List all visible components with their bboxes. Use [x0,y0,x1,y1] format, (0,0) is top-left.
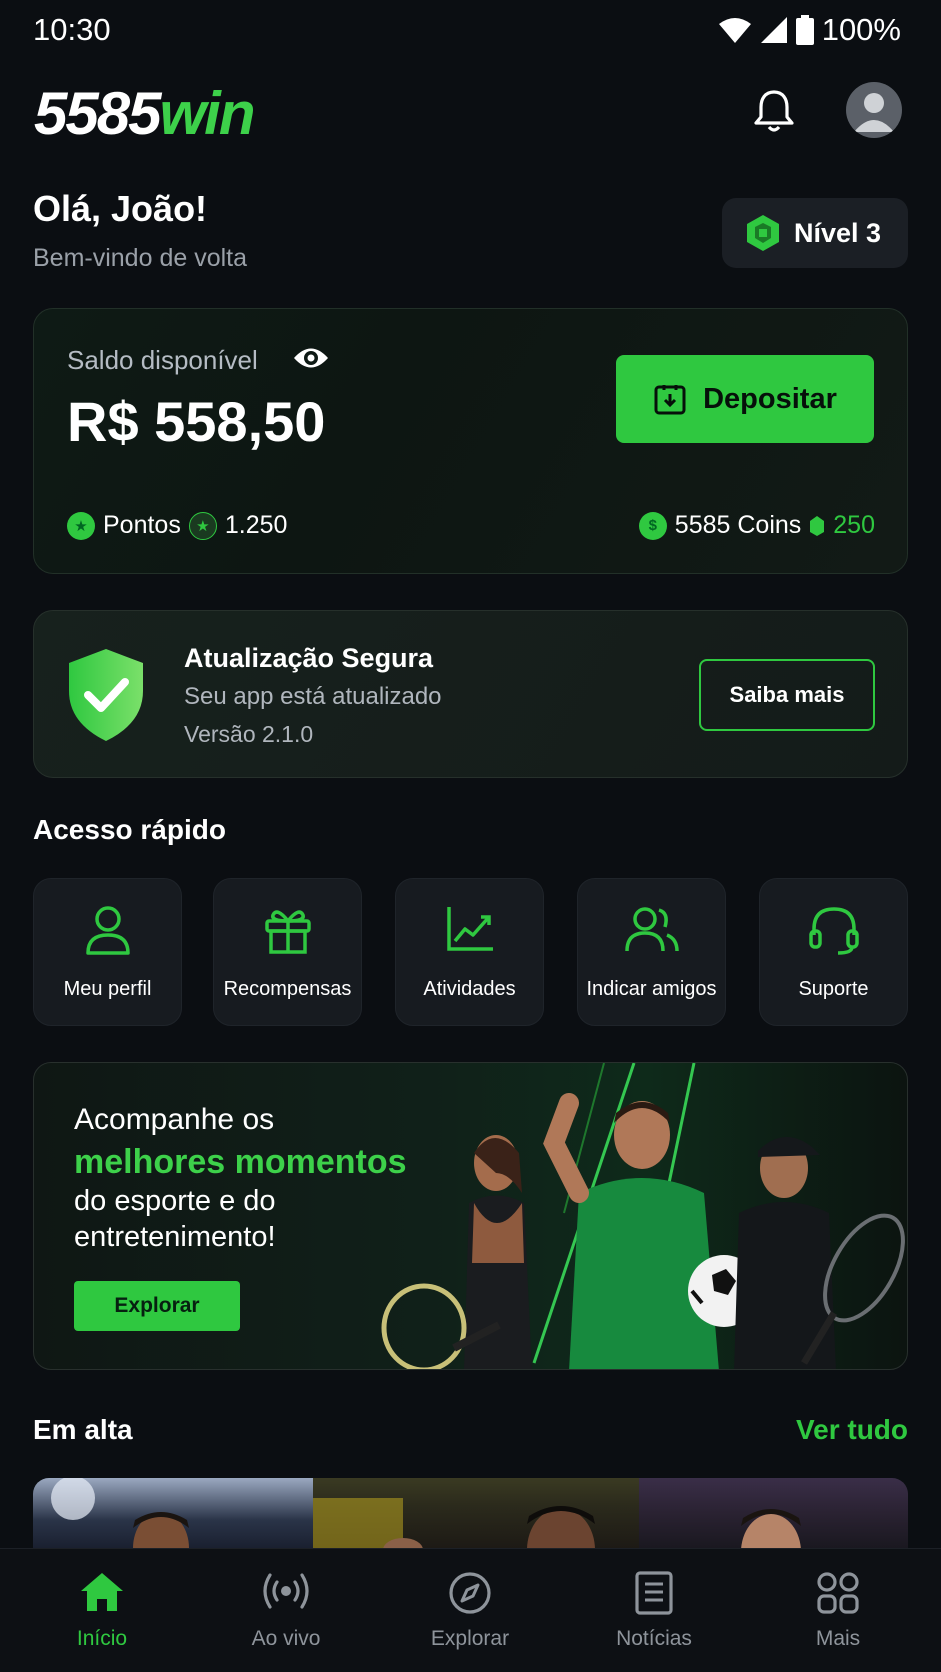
quick-access-support[interactable]: Suporte [759,878,908,1026]
update-version: Versão 2.1.0 [184,721,314,747]
trending-thumbnail [313,1498,595,1548]
wifi-icon [718,18,751,43]
points-value: 1.250 [224,511,288,539]
balance-label: Saldo disponível [67,345,258,375]
quick-access-label: Atividades [423,978,516,1000]
news-icon [635,1571,673,1615]
quick-access-profile[interactable]: Meu perfil [33,878,182,1026]
quick-access-label: Meu perfil [63,978,152,1000]
trending-card[interactable] [33,1478,313,1548]
points-row: ★ Pontos ★ 1.250 [67,511,287,540]
banner-line-1: Acompanhe os [74,1103,275,1136]
deposit-label: Depositar [703,382,837,415]
live-icon [263,1573,309,1609]
logo-suffix: win [159,80,255,147]
promo-banner[interactable]: Acompanhe os melhores momentos do esport… [33,1062,908,1370]
quick-access-label: Indicar amigos [586,978,717,1000]
gift-icon [264,910,311,954]
banner-line-3: do esporte e do [74,1185,276,1217]
battery-icon [795,15,814,45]
quick-access-invite[interactable]: Indicar amigos [577,878,726,1026]
user-avatar-icon[interactable] [846,82,902,138]
learn-more-button[interactable]: Saiba mais [699,659,875,731]
level-hex-icon [747,215,779,251]
update-title: Atualização Segura [184,643,434,673]
nav-live[interactable]: Ao vivo [192,1549,380,1672]
bell-icon[interactable] [752,88,796,134]
coins-label: 5585 Coins [674,511,802,539]
nav-explore[interactable]: Explorar [376,1549,564,1672]
grid-icon [817,1572,859,1614]
bottom-navigation: Início Ao vivo Explorar Notícias Mais [0,1548,941,1672]
quick-access-title: Acesso rápido [33,814,226,845]
athletes-illustration [381,1063,905,1369]
quick-access-label: Recompensas [223,978,352,1000]
coins-row: $ 5585 Coins 250 [638,511,875,540]
headset-icon [808,907,859,955]
see-all-link[interactable]: Ver tudo [796,1414,908,1446]
star-icon: ★ [67,511,95,540]
trending-card[interactable] [639,1478,908,1548]
quick-access-activities[interactable]: Atividades [395,878,544,1026]
nav-label: Notícias [616,1627,692,1650]
trending-card[interactable] [313,1478,639,1548]
nav-home[interactable]: Início [8,1549,196,1672]
app-logo[interactable]: 5585win [34,78,255,150]
user-icon [85,906,130,955]
trending-title: Em alta [33,1414,133,1445]
points-label: Pontos [103,511,181,539]
users-icon [624,907,679,952]
chart-icon [446,907,493,951]
nav-label: Início [76,1627,128,1650]
battery-percent: 100% [821,12,901,47]
eye-icon[interactable] [292,343,330,373]
explore-button[interactable]: Explorar [74,1281,240,1331]
logo-prefix: 5585 [34,80,161,147]
shield-check-icon [66,647,146,743]
balance-value: R$ 558,50 [67,390,326,453]
level-badge[interactable]: Nível 3 [722,198,908,268]
update-subtitle: Seu app está atualizado [184,683,442,710]
quick-access-rewards[interactable]: Recompensas [213,878,362,1026]
nav-news[interactable]: Notícias [560,1549,748,1672]
deposit-icon [654,385,686,415]
signal-icon [760,17,787,43]
nav-more[interactable]: Mais [744,1549,932,1672]
nav-label: Ao vivo [251,1627,321,1650]
nav-label: Explorar [430,1627,510,1650]
coin-icon: $ [638,511,667,540]
nav-label: Mais [815,1627,861,1650]
status-icons: 100% [718,12,901,48]
status-time: 10:30 [33,12,111,47]
deposit-button[interactable]: Depositar [616,355,874,443]
balance-card: Saldo disponível R$ 558,50 Depositar ★ P… [33,308,908,574]
secure-update-card: Atualização Segura Seu app está atualiza… [33,610,908,778]
level-label: Nível 3 [794,217,882,248]
star-badge-icon: ★ [188,511,217,540]
banner-highlight: melhores momentos [74,1143,407,1181]
home-icon [81,1573,123,1611]
trending-thumbnail [741,1509,801,1548]
greeting-subtitle: Bem-vindo de volta [33,244,248,272]
quick-access-label: Suporte [798,978,869,1000]
coins-value: 250 [833,511,875,539]
coin-stack-icon [810,515,825,536]
banner-line-4: entretenimento! [74,1221,276,1253]
greeting-title: Olá, João! [33,188,208,229]
compass-icon [449,1572,491,1614]
trending-thumbnail [51,1478,189,1548]
